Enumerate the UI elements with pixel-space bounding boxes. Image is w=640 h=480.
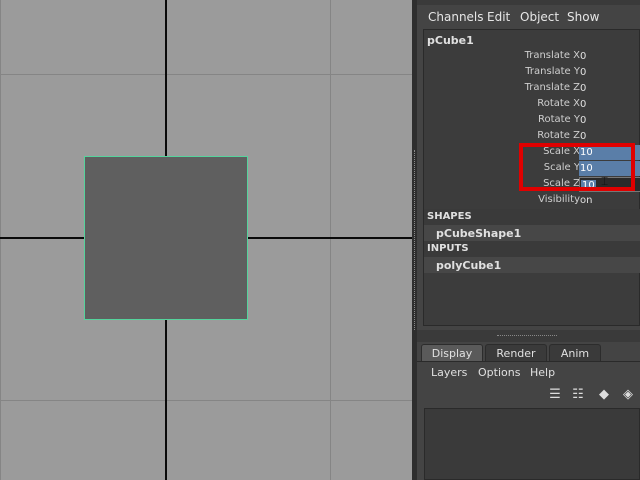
menu-show[interactable]: Show [567,10,599,24]
attr-value-field[interactable]: on [579,193,640,208]
attr-row-translate-z[interactable]: Translate Z 0 [424,81,640,97]
attr-row-visibility[interactable]: Visibility on [424,193,640,209]
grid-line [330,0,331,480]
channel-box-menu-bar: Channels Edit Object Show [417,8,640,26]
tab-render[interactable]: Render [485,344,547,361]
attr-label[interactable]: Visibility [538,194,580,205]
attr-label[interactable]: Translate Z [525,82,580,93]
menu-channels[interactable]: Channels [428,10,484,24]
grid-line [0,400,412,401]
attr-label[interactable]: Translate X [525,50,580,61]
attr-value-field[interactable]: 0 [579,129,640,144]
text-cursor-icon: ⌶ [601,174,609,188]
attr-label[interactable]: Rotate X [537,98,580,109]
separator-grip [414,150,416,330]
shapes-section-header: SHAPES [424,209,640,225]
annotation-highlight-box [519,143,635,191]
menu-options[interactable]: Options [478,366,520,379]
input-node-row[interactable]: polyCube1 [424,257,640,273]
selected-cube[interactable] [84,156,248,320]
new-layer-from-selected-icon[interactable]: ◈ [619,386,637,404]
new-layer-icon[interactable]: ☰ [546,386,564,404]
menu-object[interactable]: Object [520,10,559,24]
attr-label[interactable]: Rotate Z [537,130,580,141]
grid-line [0,0,1,480]
shape-node-row[interactable]: pCubeShape1 [424,225,640,241]
inputs-header-label: INPUTS [427,243,469,254]
layer-list[interactable] [424,408,640,480]
attr-row-translate-x[interactable]: Translate X 0 [424,49,640,65]
new-empty-layer-icon[interactable]: ◆ [595,386,613,404]
attr-value-field[interactable]: 0 [579,65,640,80]
shape-node-label[interactable]: pCubeShape1 [436,227,521,240]
splitter-grip [497,335,557,336]
tab-baseline [417,361,640,362]
menu-layers[interactable]: Layers [431,366,467,379]
attr-row-rotate-y[interactable]: Rotate Y 0 [424,113,640,129]
node-name[interactable]: pCube1 [427,34,474,47]
attr-label[interactable]: Translate Y [525,66,580,77]
new-layer-selected-icon[interactable]: ☷ [569,386,587,404]
viewport[interactable] [0,0,412,480]
tab-anim[interactable]: Anim [549,344,601,361]
attr-row-translate-y[interactable]: Translate Y 0 [424,65,640,81]
channel-box-top-strip [417,0,640,5]
shapes-header-label: SHAPES [427,211,472,222]
grid-line [0,74,412,75]
attr-value-field[interactable]: 0 [579,97,640,112]
attr-label[interactable]: Rotate Y [538,114,580,125]
menu-help[interactable]: Help [530,366,555,379]
attr-row-rotate-x[interactable]: Rotate X 0 [424,97,640,113]
input-node-label[interactable]: polyCube1 [436,259,501,272]
inputs-section-header: INPUTS [424,241,640,257]
attr-value-field[interactable]: 0 [579,49,640,64]
tab-display[interactable]: Display [421,344,483,361]
layer-editor: Display Render Anim Layers Options Help … [417,342,640,480]
attr-value-field[interactable]: 0 [579,113,640,128]
menu-edit[interactable]: Edit [487,10,510,24]
panel-splitter[interactable] [417,330,640,342]
attr-value-field[interactable]: 0 [579,81,640,96]
